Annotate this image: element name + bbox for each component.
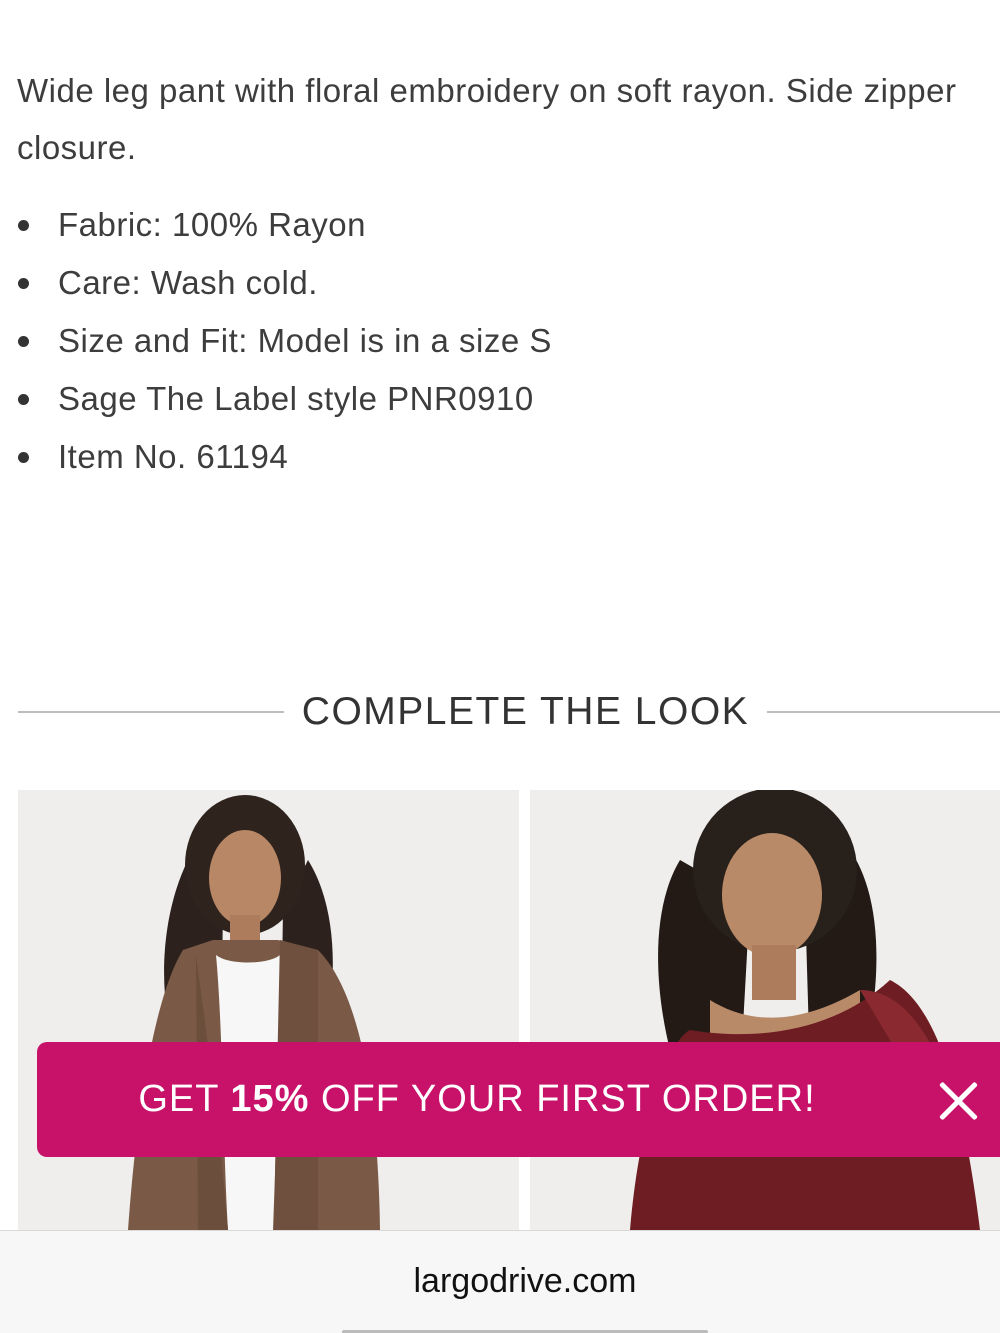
bullet-icon — [18, 220, 29, 231]
product-image-sweater — [530, 790, 1000, 1230]
divider-right — [767, 711, 1000, 713]
product-specs-list: Fabric: 100% Rayon Care: Wash cold. Size… — [17, 196, 977, 486]
promo-text-before: GET — [138, 1078, 231, 1120]
spec-item: Size and Fit: Model is in a size S — [17, 312, 977, 370]
complete-the-look-title: COMPLETE THE LOOK — [301, 690, 750, 733]
promo-discount: 15% — [230, 1078, 310, 1120]
spec-text: Fabric: 100% Rayon — [58, 206, 366, 243]
bullet-icon — [18, 278, 29, 289]
bullet-icon — [18, 394, 29, 405]
product-card-sweater[interactable] — [530, 790, 1000, 1230]
bullet-icon — [18, 452, 29, 463]
bullet-icon — [18, 336, 29, 347]
address-bar-url[interactable]: largodrive.com — [0, 1259, 1000, 1303]
spec-item: Fabric: 100% Rayon — [17, 196, 977, 254]
product-image-cardigan — [18, 790, 519, 1230]
close-icon[interactable] — [936, 1079, 980, 1123]
product-description: Wide leg pant with floral embroidery on … — [17, 72, 957, 166]
promo-banner[interactable]: GET 15% OFF YOUR FIRST ORDER! — [37, 1042, 1000, 1157]
complete-the-look-grid — [18, 790, 1000, 1230]
promo-text[interactable]: GET 15% OFF YOUR FIRST ORDER! — [37, 1042, 917, 1157]
divider-left — [18, 711, 284, 713]
spec-text: Item No. 61194 — [58, 438, 289, 475]
spec-text: Care: Wash cold. — [58, 264, 318, 301]
spec-item: Item No. 61194 — [17, 428, 977, 486]
complete-the-look-header: COMPLETE THE LOOK — [0, 684, 1000, 744]
promo-text-after: OFF YOUR FIRST ORDER! — [309, 1078, 816, 1120]
spec-text: Sage The Label style PNR0910 — [58, 380, 534, 417]
browser-bottom-bar: largodrive.com — [0, 1230, 1000, 1333]
product-card-cardigan[interactable] — [18, 790, 519, 1230]
spec-item: Sage The Label style PNR0910 — [17, 370, 977, 428]
spec-item: Care: Wash cold. — [17, 254, 977, 312]
spec-text: Size and Fit: Model is in a size S — [58, 322, 552, 359]
